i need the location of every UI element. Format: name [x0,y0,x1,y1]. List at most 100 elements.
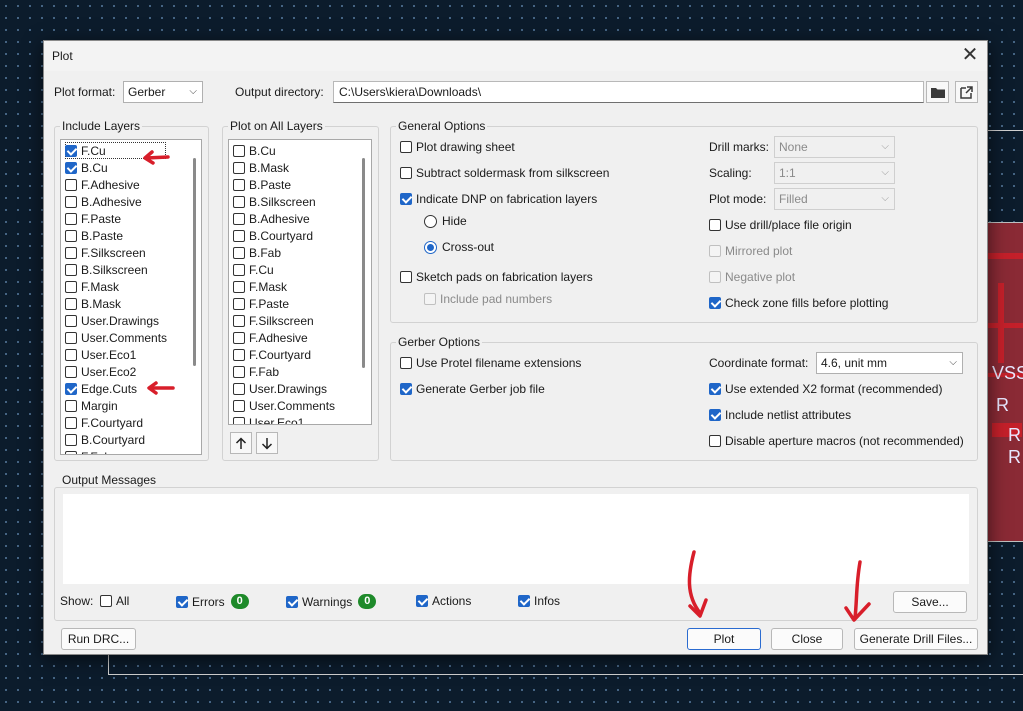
layer-list-item[interactable]: B.Cu [233,142,276,159]
subtract-soldermask-option[interactable]: Subtract soldermask from silkscreen [400,166,609,180]
layer-list-item[interactable]: F.Cu [233,261,274,278]
layer-list-item[interactable]: User.Comments [65,329,167,346]
layer-checkbox[interactable] [65,212,77,225]
layer-list-item[interactable]: B.Adhesive [65,193,142,210]
layer-list-item[interactable]: B.Adhesive [233,210,310,227]
layer-checkbox[interactable] [233,399,245,412]
protel-ext-checkbox[interactable] [400,357,412,369]
layer-checkbox[interactable] [233,297,245,310]
layer-list-item[interactable]: B.Courtyard [65,431,145,448]
layer-list-item[interactable]: B.Mask [233,159,289,176]
layer-checkbox[interactable] [65,450,77,454]
show-all-checkbox[interactable] [100,595,112,607]
layer-list-item[interactable]: Margin [65,397,118,414]
show-infos-option[interactable]: Infos [518,594,560,608]
layer-list-item[interactable]: User.Eco2 [65,363,136,380]
layer-list-item[interactable]: F.Courtyard [65,414,143,431]
close-button[interactable]: Close [771,628,843,650]
dnp-hide-radio[interactable] [424,214,437,228]
layer-checkbox[interactable] [65,331,77,344]
x2-format-option[interactable]: Use extended X2 format (recommended) [709,382,942,396]
layer-checkbox[interactable] [65,178,77,191]
use-drill-origin-option[interactable]: Use drill/place file origin [709,218,852,232]
layer-list-item[interactable]: F.Adhesive [65,176,140,193]
browse-folder-button[interactable] [926,81,949,103]
plot-drawing-sheet-checkbox[interactable] [400,141,412,153]
save-messages-button[interactable]: Save... [893,591,967,613]
layer-checkbox[interactable] [233,246,245,259]
layer-list-item[interactable]: F.Courtyard [233,346,311,363]
layer-checkbox[interactable] [65,365,77,378]
dnp-cross-out-radio[interactable] [424,240,437,254]
show-actions-option[interactable]: Actions [416,594,471,608]
layer-checkbox[interactable] [65,314,77,327]
layer-checkbox[interactable] [233,348,245,361]
include-layers-list[interactable]: F.Cu B.Cu F.Adhesive B.Adhesive F.Paste B.Pas… [60,139,202,455]
netlist-attrs-option[interactable]: Include netlist attributes [709,408,851,422]
x2-format-checkbox[interactable] [709,383,721,395]
move-up-button[interactable] [230,432,252,454]
layer-checkbox[interactable] [233,212,245,225]
output-messages-area[interactable] [63,494,969,584]
layer-checkbox[interactable] [65,263,77,276]
layer-list-item[interactable]: F.Silkscreen [65,244,146,261]
layer-checkbox[interactable] [233,195,245,208]
layer-checkbox[interactable] [233,144,245,157]
netlist-attrs-checkbox[interactable] [709,409,721,421]
protel-ext-option[interactable]: Use Protel filename extensions [400,356,581,370]
layer-list-item[interactable]: Edge.Cuts [65,380,137,397]
plot-all-layers-list[interactable]: B.Cu B.Mask B.Paste B.Silkscreen B.Adhesive B… [228,139,372,425]
sketch-pads-option[interactable]: Sketch pads on fabrication layers [400,270,593,284]
layer-list-item[interactable]: F.Mask [65,278,119,295]
layer-checkbox[interactable] [65,416,77,429]
layer-checkbox[interactable] [233,314,245,327]
layer-list-item[interactable]: User.Eco1 [233,414,304,424]
plot-button[interactable]: Plot [687,628,761,650]
dnp-cross-out-option[interactable]: Cross-out [424,240,494,254]
show-actions-checkbox[interactable] [416,595,428,607]
plot-all-layers-scrollbar[interactable] [362,158,365,368]
layer-list-item[interactable]: F.Fab [233,363,279,380]
run-drc-button[interactable]: Run DRC... [61,628,136,650]
layer-checkbox[interactable] [233,263,245,276]
layer-list-item[interactable]: User.Drawings [233,380,327,397]
layer-checkbox[interactable] [65,399,77,412]
layer-checkbox[interactable] [233,331,245,344]
dnp-hide-option[interactable]: Hide [424,214,467,228]
layer-checkbox[interactable] [65,144,77,157]
layer-checkbox[interactable] [65,246,77,259]
coord-format-select[interactable]: 4.6, unit mm ⌵ [816,352,963,374]
layer-list-item[interactable]: F.Mask [233,278,287,295]
layer-list-item[interactable]: User.Comments [233,397,335,414]
layer-checkbox[interactable] [233,365,245,378]
layer-list-item[interactable]: User.Eco1 [65,346,136,363]
layer-list-item[interactable]: B.Fab [233,244,281,261]
job-file-checkbox[interactable] [400,383,412,395]
sketch-pads-checkbox[interactable] [400,271,412,283]
layer-list-item[interactable]: F.Paste [233,295,289,312]
indicate-dnp-checkbox[interactable] [400,193,412,205]
show-errors-checkbox[interactable] [176,595,188,608]
layer-list-item[interactable]: B.Paste [65,227,123,244]
layer-list-item[interactable]: B.Courtyard [233,227,313,244]
subtract-soldermask-checkbox[interactable] [400,167,412,179]
layer-list-item[interactable]: User.Drawings [65,312,159,329]
layer-list-item[interactable]: B.Paste [233,176,291,193]
layer-checkbox[interactable] [65,297,77,310]
use-drill-origin-checkbox[interactable] [709,219,721,231]
close-icon[interactable]: ✕ [953,41,987,71]
layer-checkbox[interactable] [233,382,245,395]
open-folder-button[interactable] [955,81,978,103]
layer-checkbox[interactable] [233,161,245,174]
layer-checkbox[interactable] [65,195,77,208]
show-all-option[interactable]: All [100,594,129,608]
plot-format-select[interactable]: Gerber ⌵ [123,81,203,103]
check-zone-fills-option[interactable]: Check zone fills before plotting [709,296,888,310]
disable-aperture-option[interactable]: Disable aperture macros (not recommended… [709,434,964,448]
layer-list-item[interactable]: F.Fab [65,448,111,454]
layer-list-item[interactable]: B.Mask [65,295,121,312]
generate-drill-files-button[interactable]: Generate Drill Files... [854,628,978,650]
layer-checkbox[interactable] [233,280,245,293]
layer-checkbox[interactable] [65,161,77,174]
layer-checkbox[interactable] [233,229,245,242]
